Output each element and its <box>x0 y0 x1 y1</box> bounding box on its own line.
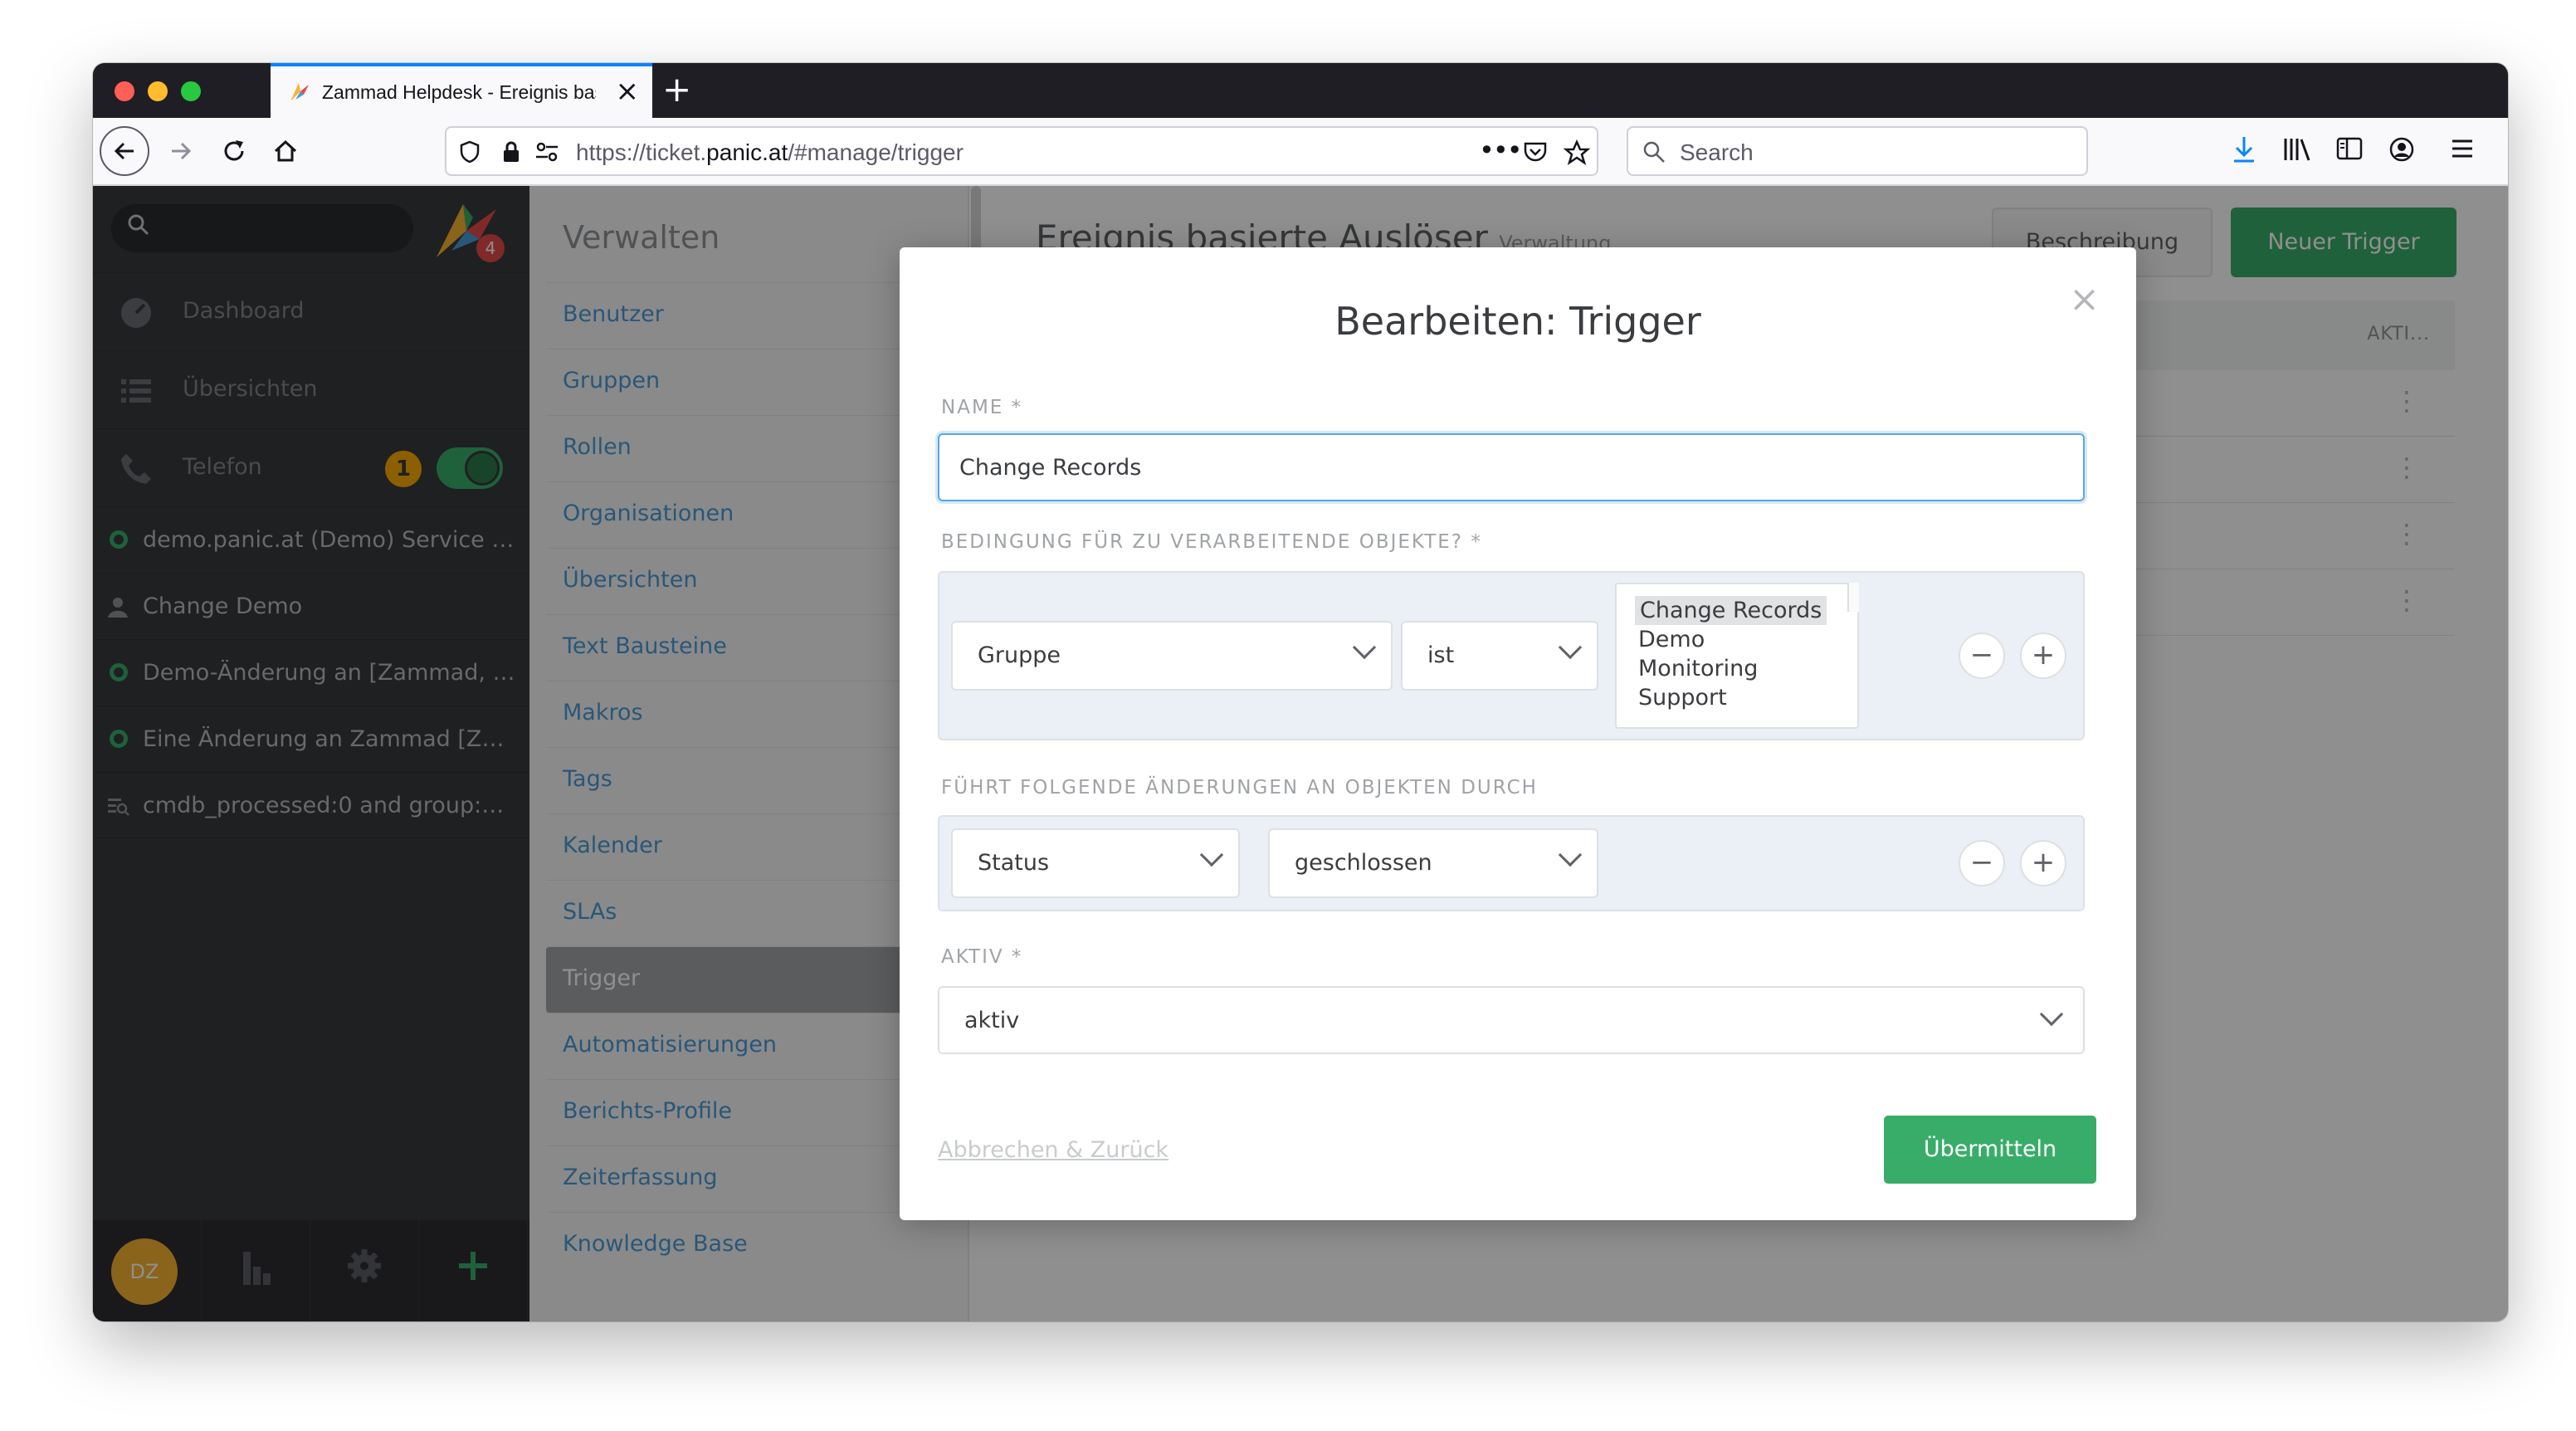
select-value: aktiv <box>964 1008 1020 1033</box>
close-icon[interactable]: × <box>2069 279 2100 320</box>
chevron-down-icon <box>1558 842 1583 867</box>
chevron-down-icon <box>2039 1002 2064 1027</box>
chevron-down-icon <box>1352 635 1377 660</box>
search-icon <box>1643 141 1665 163</box>
home-icon <box>274 139 297 162</box>
permissions-icon[interactable] <box>534 139 559 164</box>
select-value: Gruppe <box>978 642 1061 668</box>
condition-operator-select[interactable]: ist <box>1401 621 1598 691</box>
url-path: /#manage/trigger <box>788 139 964 165</box>
bookmark-star-icon[interactable] <box>1564 139 1590 166</box>
page-actions-icon[interactable]: ••• <box>1479 134 1523 166</box>
maximize-window-button[interactable] <box>181 81 201 101</box>
add-condition-button[interactable]: + <box>2020 632 2066 679</box>
download-icon[interactable] <box>2231 134 2257 164</box>
edit-trigger-modal: Bearbeiten: Trigger × NAME * BEDINGUNG F… <box>900 247 2136 1220</box>
listbox-option[interactable]: Demo <box>1638 625 1857 654</box>
select-value: ist <box>1427 642 1455 668</box>
account-icon[interactable] <box>2388 136 2415 163</box>
condition-attribute-select[interactable]: Gruppe <box>951 621 1393 691</box>
select-value: geschlossen <box>1295 850 1432 876</box>
tab-close-icon[interactable]: × <box>616 75 640 108</box>
library-icon[interactable] <box>2282 136 2312 163</box>
menu-icon[interactable] <box>2450 136 2475 161</box>
nav-bar: https://ticket.panic.at/#manage/trigger … <box>93 118 2508 186</box>
chevron-down-icon <box>1558 635 1583 660</box>
url-prefix: https://ticket. <box>576 139 707 165</box>
submit-button[interactable]: Übermitteln <box>1884 1116 2096 1184</box>
cancel-link[interactable]: Abbrechen & Zurück <box>938 1137 1168 1163</box>
sidebar-toggle-icon[interactable] <box>2335 136 2364 161</box>
arrow-right-icon <box>172 142 192 160</box>
back-button[interactable] <box>100 126 149 176</box>
action-attribute-select[interactable]: Status <box>951 828 1240 898</box>
zammad-favicon-icon <box>290 83 309 101</box>
browser-search-placeholder: Search <box>1680 139 1754 165</box>
active-label: AKTIV * <box>941 946 1023 968</box>
condition-label: BEDINGUNG FÜR ZU VERARBEITENDE OBJEKTE? … <box>941 531 1482 553</box>
chevron-down-icon <box>1199 842 1224 867</box>
name-input[interactable] <box>938 433 2085 501</box>
reload-button[interactable] <box>212 129 256 173</box>
add-action-button[interactable]: + <box>2020 840 2066 886</box>
close-window-button[interactable] <box>115 81 134 101</box>
browser-search-bar[interactable]: Search <box>1627 126 2088 176</box>
action-label: FÜHRT FOLGENDE ÄNDERUNGEN AN OBJEKTEN DU… <box>941 777 1538 799</box>
lock-icon[interactable] <box>501 139 521 164</box>
home-button[interactable] <box>264 129 307 173</box>
shield-icon[interactable] <box>458 139 481 164</box>
action-value-select[interactable]: geschlossen <box>1268 828 1598 898</box>
browser-tab[interactable]: Zammad Helpdesk - Ereignis basierte Ausl… <box>271 63 652 118</box>
reload-icon <box>224 140 244 161</box>
listbox-scrollbar[interactable] <box>1847 583 1859 612</box>
action-panel: Status geschlossen − + <box>938 815 2085 911</box>
url-bar[interactable]: https://ticket.panic.at/#manage/trigger … <box>445 126 1598 176</box>
active-select[interactable]: aktiv <box>938 986 2085 1054</box>
name-label: NAME * <box>941 397 1023 418</box>
listbox-option[interactable]: Monitoring <box>1638 654 1857 683</box>
new-tab-icon[interactable]: + <box>662 68 691 111</box>
listbox-option-selected[interactable]: Change Records <box>1635 596 1827 625</box>
minimize-window-button[interactable] <box>148 81 168 101</box>
remove-condition-button[interactable]: − <box>1959 632 2005 679</box>
pocket-icon[interactable] <box>1522 139 1549 164</box>
listbox-option[interactable]: Support <box>1638 683 1857 712</box>
url-domain: panic.at <box>706 139 788 165</box>
forward-button[interactable] <box>159 129 202 173</box>
condition-panel: Gruppe ist Change Records Demo Monitorin… <box>938 571 2085 740</box>
url-text[interactable]: https://ticket.panic.at/#manage/trigger <box>576 139 964 166</box>
modal-title: Bearbeiten: Trigger <box>1334 299 1701 344</box>
arrow-left-icon <box>114 142 134 160</box>
condition-value-listbox[interactable]: Change Records Demo Monitoring Support <box>1615 583 1859 729</box>
tab-title: Zammad Helpdesk - Ereignis basierte Ausl… <box>322 81 596 103</box>
tab-bar: Zammad Helpdesk - Ereignis basierte Ausl… <box>93 63 2508 118</box>
select-value: Status <box>978 850 1050 876</box>
remove-action-button[interactable]: − <box>1959 840 2005 886</box>
